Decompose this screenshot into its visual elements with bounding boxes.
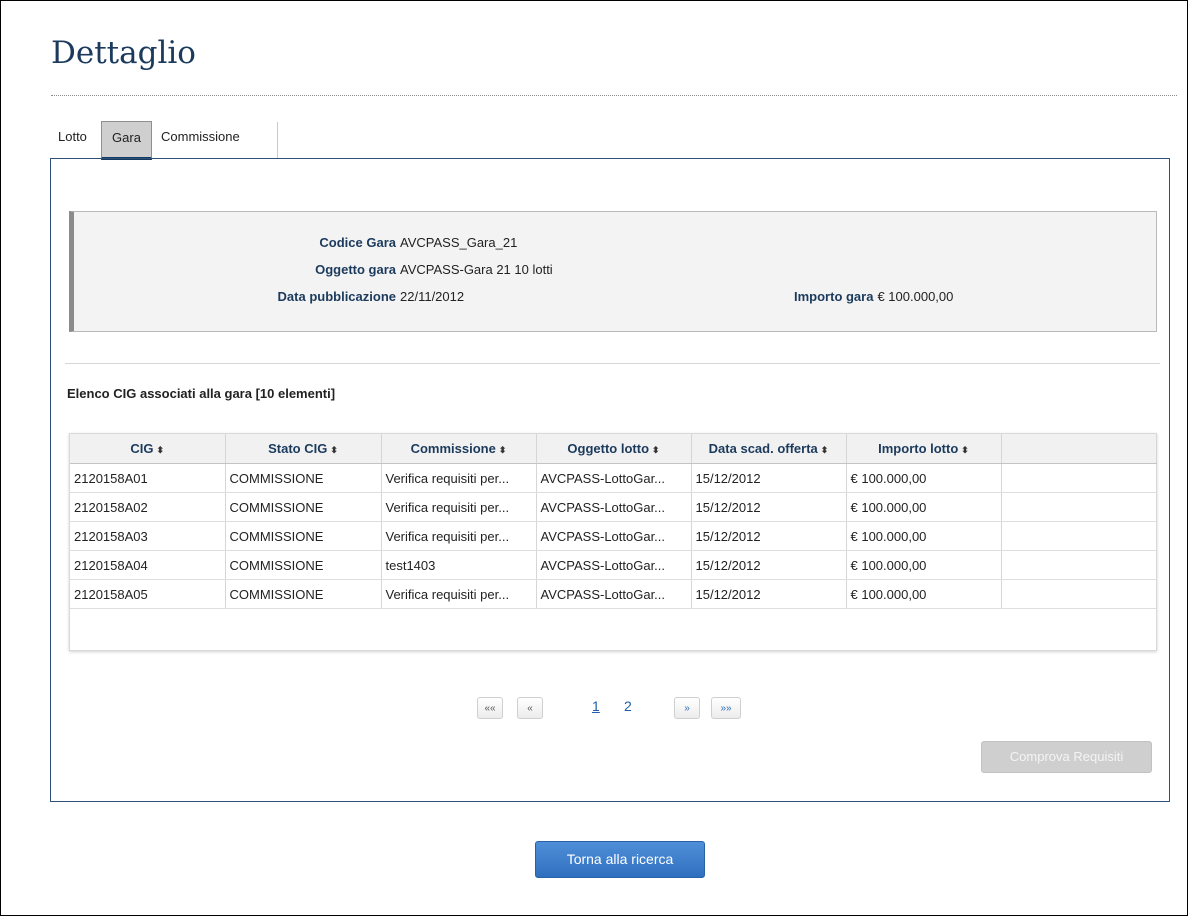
- column-header-cig[interactable]: CIG ⬍: [70, 434, 226, 464]
- title-divider: [51, 95, 1177, 96]
- page-title: Dettaglio: [51, 35, 196, 71]
- sort-icon: ⬍: [820, 445, 829, 455]
- sort-icon: ⬍: [652, 445, 660, 455]
- cell-empty: [1001, 492, 1157, 522]
- oggetto-gara-value: AVCPASS-Gara 21 10 lotti: [400, 262, 553, 277]
- last-page-button[interactable]: »»: [711, 697, 741, 719]
- cell-cig: 2120158A05: [70, 579, 226, 609]
- column-header-empty: [1001, 434, 1157, 464]
- cell-oggetto: AVCPASS-LottoGar...: [536, 463, 692, 493]
- table-row[interactable]: 2120158A05 COMMISSIONE Verifica requisit…: [70, 579, 1157, 609]
- sort-icon: ⬍: [156, 445, 165, 455]
- column-header-stato-cig[interactable]: Stato CIG ⬍: [225, 434, 382, 464]
- tab-divider: [277, 122, 278, 158]
- column-header-oggetto-lotto[interactable]: Oggetto lotto ⬍: [536, 434, 692, 464]
- importo-gara-row: Importo gara € 100.000,00: [794, 289, 953, 304]
- comprova-requisiti-button[interactable]: Comprova Requisiti: [981, 741, 1152, 773]
- data-pubblicazione-row: Data pubblicazione 22/11/2012: [179, 289, 465, 304]
- cell-stato: COMMISSIONE: [225, 579, 382, 609]
- cell-importo: € 100.000,00: [846, 492, 1002, 522]
- sort-icon: ⬍: [330, 445, 338, 455]
- importo-gara-value: € 100.000,00: [877, 289, 954, 304]
- tab-lotto[interactable]: Lotto: [58, 122, 98, 154]
- cell-stato: COMMISSIONE: [225, 550, 382, 580]
- sort-icon: ⬍: [498, 445, 507, 455]
- column-header-importo-lotto[interactable]: Importo lotto ⬍: [846, 434, 1002, 464]
- cell-cig: 2120158A01: [70, 463, 226, 493]
- table-header-row: CIG ⬍ Stato CIG ⬍ Commissione ⬍ Oggetto lot…: [70, 434, 1157, 464]
- cig-grid: CIG ⬍ Stato CIG ⬍ Commissione ⬍ Oggetto lot…: [69, 433, 1157, 651]
- cell-importo: € 100.000,00: [846, 550, 1002, 580]
- cell-stato: COMMISSIONE: [225, 463, 382, 493]
- cell-importo: € 100.000,00: [846, 521, 1002, 551]
- column-header-commissione[interactable]: Commissione ⬍: [381, 434, 537, 464]
- cell-commissione: Verifica requisiti per...: [381, 579, 537, 609]
- cell-data: 15/12/2012: [691, 492, 847, 522]
- page-link-1[interactable]: 1: [592, 698, 600, 714]
- importo-gara-label: Importo gara: [794, 289, 874, 304]
- cell-data: 15/12/2012: [691, 521, 847, 551]
- oggetto-gara-label: Oggetto gara: [315, 262, 396, 277]
- cell-empty: [1001, 521, 1157, 551]
- data-pubblicazione-value: 22/11/2012: [400, 289, 465, 304]
- cell-commissione: Verifica requisiti per...: [381, 463, 537, 493]
- oggetto-gara-row: Oggetto gara AVCPASS-Gara 21 10 lotti: [179, 262, 553, 277]
- cell-cig: 2120158A03: [70, 521, 226, 551]
- codice-gara-row: Codice Gara AVCPASS_Gara_21: [179, 235, 517, 250]
- cell-data: 15/12/2012: [691, 579, 847, 609]
- page-link-2[interactable]: 2: [624, 698, 632, 714]
- first-page-button[interactable]: ««: [477, 697, 503, 719]
- table-row[interactable]: 2120158A03 COMMISSIONE Verifica requisit…: [70, 521, 1157, 551]
- cell-commissione: Verifica requisiti per...: [381, 492, 537, 522]
- cell-cig: 2120158A04: [70, 550, 226, 580]
- cell-oggetto: AVCPASS-LottoGar...: [536, 550, 692, 580]
- previous-page-button[interactable]: «: [517, 697, 543, 719]
- cig-list-title: Elenco CIG associati alla gara [10 eleme…: [67, 386, 336, 401]
- tab-gara[interactable]: Gara: [101, 121, 152, 160]
- data-pubblicazione-label: Data pubblicazione: [277, 289, 396, 304]
- codice-gara-value: AVCPASS_Gara_21: [400, 235, 518, 250]
- cell-commissione: Verifica requisiti per...: [381, 521, 537, 551]
- sort-icon: ⬍: [961, 445, 969, 455]
- cell-data: 15/12/2012: [691, 463, 847, 493]
- cell-oggetto: AVCPASS-LottoGar...: [536, 521, 692, 551]
- cell-empty: [1001, 463, 1157, 493]
- cell-importo: € 100.000,00: [846, 579, 1002, 609]
- cig-table: CIG ⬍ Stato CIG ⬍ Commissione ⬍ Oggetto lot…: [70, 434, 1157, 609]
- cell-oggetto: AVCPASS-LottoGar...: [536, 492, 692, 522]
- cell-importo: € 100.000,00: [846, 463, 1002, 493]
- table-row[interactable]: 2120158A02 COMMISSIONE Verifica requisit…: [70, 492, 1157, 522]
- section-divider: [65, 363, 1160, 364]
- table-row[interactable]: 2120158A01 COMMISSIONE Verifica requisit…: [70, 463, 1157, 493]
- gara-info-box: Codice Gara AVCPASS_Gara_21 Oggetto gara A…: [69, 211, 1157, 332]
- cell-empty: [1001, 579, 1157, 609]
- cell-empty: [1001, 550, 1157, 580]
- cell-commissione: test1403: [381, 550, 537, 580]
- table-row[interactable]: 2120158A04 COMMISSIONE test1403 AVCPASS-…: [70, 550, 1157, 580]
- tab-commissione[interactable]: Commissione: [161, 122, 281, 154]
- torna-alla-ricerca-button[interactable]: Torna alla ricerca: [535, 841, 705, 878]
- codice-gara-label: Codice Gara: [319, 235, 396, 250]
- cell-data: 15/12/2012: [691, 550, 847, 580]
- cell-cig: 2120158A02: [70, 492, 226, 522]
- cell-oggetto: AVCPASS-LottoGar...: [536, 579, 692, 609]
- next-page-button[interactable]: »: [674, 697, 700, 719]
- cell-stato: COMMISSIONE: [225, 521, 382, 551]
- column-header-data-scad[interactable]: Data scad. offerta ⬍: [691, 434, 847, 464]
- cell-stato: COMMISSIONE: [225, 492, 382, 522]
